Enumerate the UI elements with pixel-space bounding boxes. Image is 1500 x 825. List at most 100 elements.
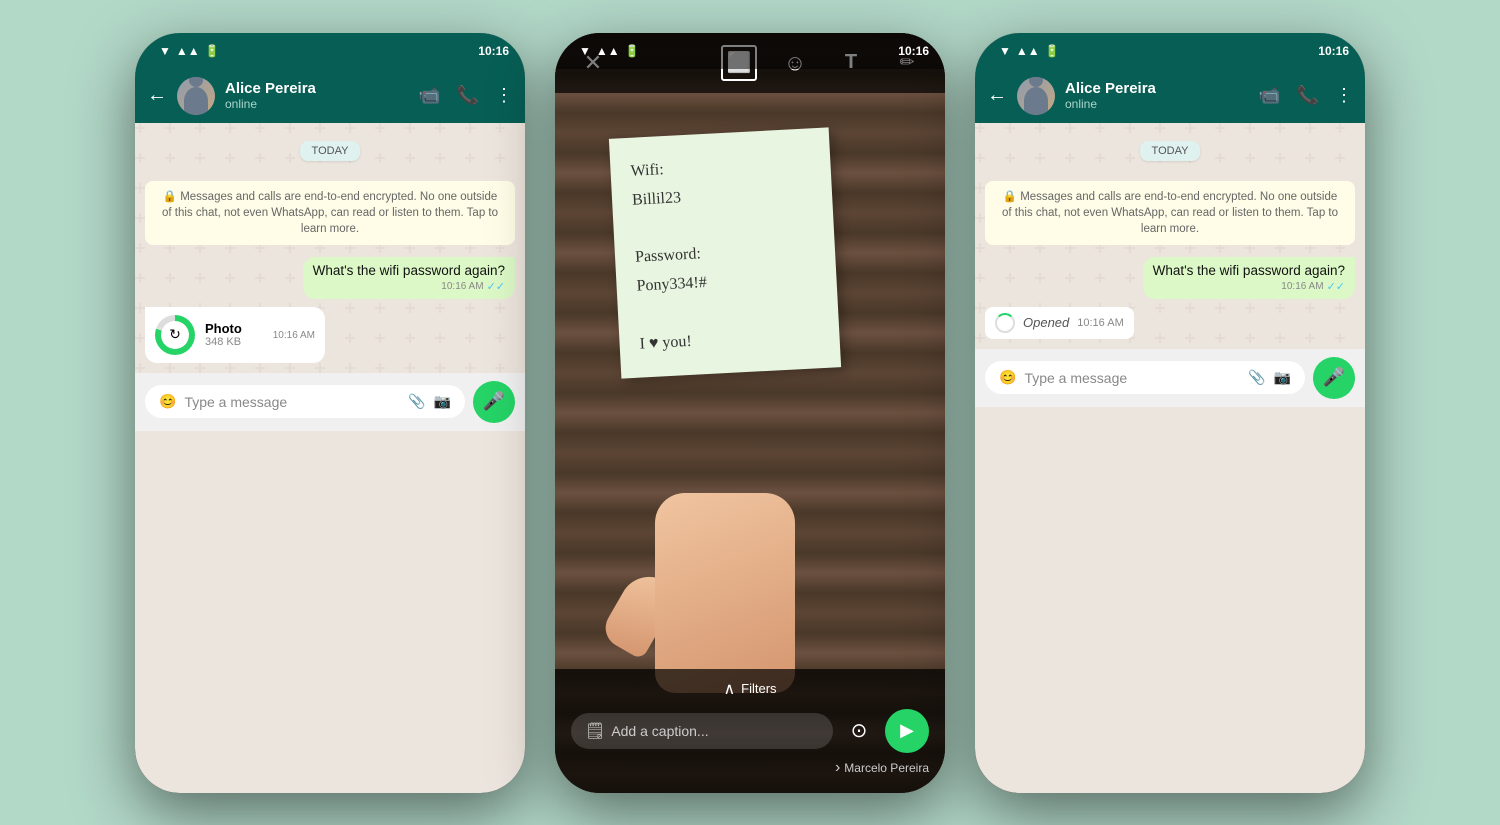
signal-icon-1: ▲▲: [176, 44, 200, 58]
header-icons-3: 📹 📞 ⋮: [1258, 85, 1353, 106]
encryption-text-1: 🔒 Messages and calls are end-to-end encr…: [157, 189, 503, 237]
sent-message-1: What's the wifi password again? 10:16 AM…: [303, 257, 515, 299]
hand-area-2: [635, 473, 815, 693]
status-time-1: 10:16: [478, 44, 509, 58]
contact-info-3: Alice Pereira online: [1065, 80, 1248, 111]
avatar-img-3: [1017, 77, 1055, 115]
caption-input-2[interactable]: 🗒 Add a caption...: [571, 713, 833, 749]
caption-placeholder-2[interactable]: Add a caption...: [611, 723, 708, 739]
mic-button-3[interactable]: 🎤: [1313, 357, 1355, 399]
caption-sticker-icon-2: 🗒: [585, 721, 605, 741]
status-time-3: 10:16: [1318, 44, 1349, 58]
input-bar-1: 😊 Type a message 📎 📷 🎤: [135, 373, 525, 431]
encryption-notice-3[interactable]: 🔒 Messages and calls are end-to-end encr…: [985, 181, 1355, 245]
sent-message-text-1: What's the wifi password again?: [313, 263, 505, 278]
wifi-icon-2: ▼: [579, 44, 591, 58]
double-check-3: ✓✓: [1327, 280, 1345, 293]
emoji-input-icon-3[interactable]: 😊: [999, 369, 1016, 386]
menu-icon-3[interactable]: ⋮: [1335, 85, 1353, 106]
photo-info-1: Photo 348 KB: [205, 321, 263, 348]
filters-label-2[interactable]: Filters: [741, 681, 776, 696]
recipient-label-2: Marcelo Pereira: [844, 761, 929, 775]
chat-area-3: TODAY 🔒 Messages and calls are end-to-en…: [975, 123, 1365, 349]
chat-wrapper-3: TODAY 🔒 Messages and calls are end-to-en…: [975, 123, 1365, 349]
camera-input-icon-3[interactable]: 📷: [1274, 369, 1291, 386]
avatar-silhouette-3: [1024, 87, 1048, 115]
phone-3: ▼ ▲▲ 🔋 10:16 ← Alice Pereira online: [975, 33, 1365, 793]
date-badge-1: TODAY: [300, 141, 361, 161]
sticky-note-text-2: Wifi: Billil23 Password: Pony334!# I ♥ y…: [630, 148, 820, 359]
wifi-icon-1: ▼: [159, 44, 171, 58]
photo-icon-circle-1: ↻: [155, 315, 195, 355]
status-time-2: 10:16: [898, 44, 929, 58]
sent-message-text-3: What's the wifi password again?: [1153, 263, 1345, 278]
photo-time-text-1: 10:16 AM: [273, 330, 315, 341]
header-icons-1: 📹 📞 ⋮: [418, 85, 513, 106]
contact-status-1: online: [225, 97, 408, 111]
phone-2: ▼ ▲▲ 🔋 10:16 Wifi: Billil23 Password: Po…: [555, 33, 945, 793]
date-badge-3: TODAY: [1140, 141, 1201, 161]
avatar-3: [1017, 77, 1055, 115]
sent-time-1: 10:16 AM ✓✓: [313, 280, 505, 293]
spinner-icon-3: [995, 313, 1015, 333]
input-field-1[interactable]: 😊 Type a message 📎 📷: [145, 385, 465, 418]
input-placeholder-3[interactable]: Type a message: [1024, 370, 1240, 386]
status-bar-1: ▼ ▲▲ 🔋 10:16: [135, 33, 525, 69]
encryption-text-3: 🔒 Messages and calls are end-to-end encr…: [997, 189, 1343, 237]
photo-attachment-1[interactable]: ↻ Photo 348 KB 10:16 AM: [145, 307, 325, 363]
opened-status-3[interactable]: Opened 10:16 AM: [985, 307, 1134, 339]
attach-icon-1[interactable]: 📎: [408, 393, 425, 410]
wa-header-3: ← Alice Pereira online 📹 📞 ⋮: [975, 69, 1365, 123]
status-bar-2: ▼ ▲▲ 🔋 10:16: [555, 33, 945, 69]
sticky-note-2: Wifi: Billil23 Password: Pony334!# I ♥ y…: [609, 127, 841, 378]
status-icons-2: ▼ ▲▲ 🔋: [579, 44, 640, 58]
signal-icon-2: ▲▲: [596, 44, 620, 58]
status-bar-3: ▼ ▲▲ 🔋 10:16: [975, 33, 1365, 69]
sent-time-text-1: 10:16 AM: [441, 281, 483, 292]
phone-1: ▼ ▲▲ 🔋 10:16 ← Alice Pereira online: [135, 33, 525, 793]
wa-header-1: ← Alice Pereira online 📹 📞 ⋮: [135, 69, 525, 123]
double-check-1: ✓✓: [487, 280, 505, 293]
photo-size-1: 348 KB: [205, 336, 263, 348]
back-button-3[interactable]: ←: [987, 84, 1007, 107]
menu-icon-1[interactable]: ⋮: [495, 85, 513, 106]
mic-button-1[interactable]: 🎤: [473, 381, 515, 423]
chat-wrapper-1: TODAY 🔒 Messages and calls are end-to-en…: [135, 123, 525, 373]
sent-time-text-3: 10:16 AM: [1281, 281, 1323, 292]
view-once-icon-2[interactable]: ⊙: [841, 713, 877, 749]
contact-name-3: Alice Pereira: [1065, 80, 1248, 97]
mic-icon-1: 🎤: [483, 391, 505, 412]
photo-name-1: Photo: [205, 321, 263, 336]
recipient-bar-2[interactable]: › Marcelo Pereira: [571, 759, 929, 777]
avatar-1: [177, 77, 215, 115]
video-call-icon-1[interactable]: 📹: [418, 85, 440, 106]
send-button-2[interactable]: ▶: [885, 709, 929, 753]
emoji-input-icon-1[interactable]: 😊: [159, 393, 176, 410]
video-call-icon-3[interactable]: 📹: [1258, 85, 1280, 106]
date-divider-3: TODAY: [985, 141, 1355, 161]
photo-time-1: 10:16 AM: [273, 330, 315, 341]
opened-label-3: Opened: [1023, 315, 1069, 330]
opened-time-3: 10:16 AM: [1077, 317, 1123, 329]
call-icon-1[interactable]: 📞: [457, 85, 479, 106]
input-field-3[interactable]: 😊 Type a message 📎 📷: [985, 361, 1305, 394]
call-icon-3[interactable]: 📞: [1297, 85, 1319, 106]
wifi-icon-3: ▼: [999, 44, 1011, 58]
status-icons-1: ▼ ▲▲ 🔋: [159, 44, 220, 58]
encryption-notice-1[interactable]: 🔒 Messages and calls are end-to-end encr…: [145, 181, 515, 245]
mic-icon-3: 🎤: [1323, 367, 1345, 388]
hand-shape-2: [655, 493, 795, 693]
input-bar-3: 😊 Type a message 📎 📷 🎤: [975, 349, 1365, 407]
send-icon-2: ▶: [900, 720, 914, 741]
photo-icon-inner-1: ↻: [161, 321, 189, 349]
battery-icon-1: 🔋: [205, 44, 220, 58]
camera-input-icon-1[interactable]: 📷: [434, 393, 451, 410]
back-button-1[interactable]: ←: [147, 84, 167, 107]
input-placeholder-1[interactable]: Type a message: [184, 394, 400, 410]
attach-icon-3[interactable]: 📎: [1248, 369, 1265, 386]
contact-status-3: online: [1065, 97, 1248, 111]
editor-bottom-2: ∧ Filters 🗒 Add a caption... ⊙ ▶ › Marce…: [555, 669, 945, 793]
avatar-img-1: [177, 77, 215, 115]
phones-container: ▼ ▲▲ 🔋 10:16 ← Alice Pereira online: [135, 33, 1365, 793]
chevron-right-icon-2: ›: [835, 759, 840, 777]
